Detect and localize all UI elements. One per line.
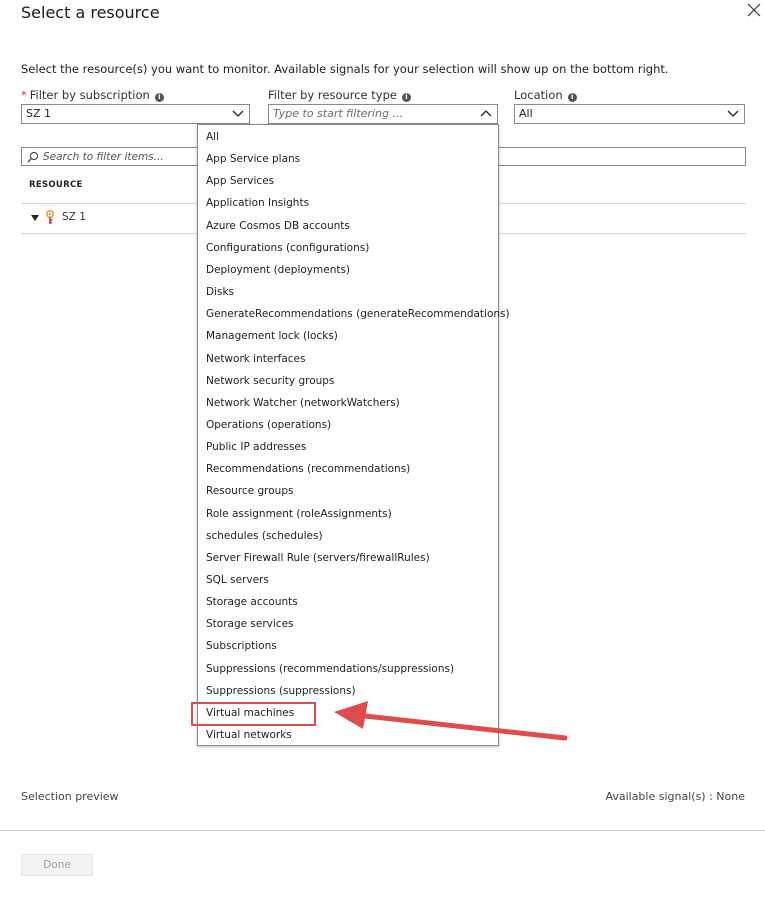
dropdown-option[interactable]: Role assignment (roleAssignments) [206, 508, 392, 520]
close-icon[interactable] [747, 3, 761, 17]
subscription-label-text: Filter by subscription [29, 88, 150, 102]
subscription-filter-label: * Filter by subscription i [21, 88, 164, 102]
resource-type-select[interactable]: Type to start filtering ... [268, 104, 498, 124]
chevron-down-icon [727, 109, 739, 118]
dropdown-option[interactable]: Virtual networks [206, 729, 292, 741]
info-icon[interactable]: i [567, 93, 577, 102]
dropdown-option[interactable]: Server Firewall Rule (servers/firewallRu… [206, 552, 430, 564]
dropdown-option[interactable]: Resource groups [206, 485, 293, 497]
dropdown-option[interactable]: Network Watcher (networkWatchers) [206, 397, 400, 409]
dropdown-option[interactable]: Network security groups [206, 375, 334, 387]
subscription-select-value: SZ 1 [26, 107, 52, 120]
dropdown-option[interactable]: Operations (operations) [206, 419, 331, 431]
available-signals-status: Available signal(s) : None [605, 790, 745, 803]
resource-type-dropdown: All App Service plans App Services Applicat… [197, 124, 510, 746]
dropdown-option[interactable]: Recommendations (recommendations) [206, 463, 410, 475]
dropdown-option[interactable]: Subscriptions [206, 640, 277, 652]
dropdown-option[interactable]: Network interfaces [206, 353, 305, 365]
dropdown-option[interactable]: SQL servers [206, 574, 269, 586]
dropdown-option[interactable]: GenerateRecommendations (generateRecomme… [206, 308, 510, 320]
search-icon [27, 151, 39, 163]
resource-type-label-text: Filter by resource type [268, 88, 397, 102]
location-select-value: All [519, 107, 533, 120]
resource-column-header[interactable]: RESOURCE [29, 180, 83, 190]
dropdown-option[interactable]: schedules (schedules) [206, 530, 323, 542]
dropdown-option[interactable]: All [206, 131, 219, 143]
info-icon[interactable]: i [401, 93, 411, 102]
info-icon[interactable]: i [154, 93, 164, 102]
resource-type-placeholder: Type to start filtering ... [273, 107, 403, 120]
chevron-down-icon [232, 109, 244, 118]
dropdown-option[interactable]: Storage services [206, 618, 294, 630]
dropdown-option[interactable]: App Services [206, 175, 274, 187]
done-button[interactable]: Done [21, 854, 93, 876]
required-marker: * [21, 88, 27, 102]
panel-title: Select a resource [21, 3, 160, 22]
selection-preview-label: Selection preview [21, 790, 119, 803]
dropdown-option[interactable]: Configurations (configurations) [206, 242, 369, 254]
dropdown-option[interactable]: Storage accounts [206, 596, 298, 608]
dropdown-option[interactable]: Public IP addresses [206, 441, 306, 453]
subscription-select[interactable]: SZ 1 [21, 104, 250, 124]
footer-divider [0, 830, 765, 831]
dropdown-option[interactable]: Application Insights [206, 197, 309, 209]
dropdown-option[interactable]: Suppressions (recommendations/suppressio… [206, 663, 454, 675]
dropdown-option[interactable]: Disks [206, 286, 234, 298]
location-select[interactable]: All [514, 104, 745, 124]
dropdown-option[interactable]: App Service plans [206, 153, 300, 165]
subscription-key-icon [45, 210, 55, 225]
resource-type-filter-label: Filter by resource type i [268, 88, 411, 102]
search-input[interactable] [43, 149, 213, 164]
chevron-up-icon [480, 109, 492, 118]
annotation-arrow-icon [310, 690, 580, 750]
dropdown-option[interactable]: Azure Cosmos DB accounts [206, 220, 350, 232]
row-label: SZ 1 [62, 211, 86, 223]
expand-triangle-icon[interactable] [31, 215, 39, 221]
annotation-highlight-box [191, 702, 316, 726]
location-filter-label: Location i [514, 88, 577, 102]
location-label-text: Location [514, 88, 563, 102]
instruction-text: Select the resource(s) you want to monit… [21, 62, 669, 76]
dropdown-option[interactable]: Management lock (locks) [206, 330, 338, 342]
dropdown-option[interactable]: Deployment (deployments) [206, 264, 350, 276]
